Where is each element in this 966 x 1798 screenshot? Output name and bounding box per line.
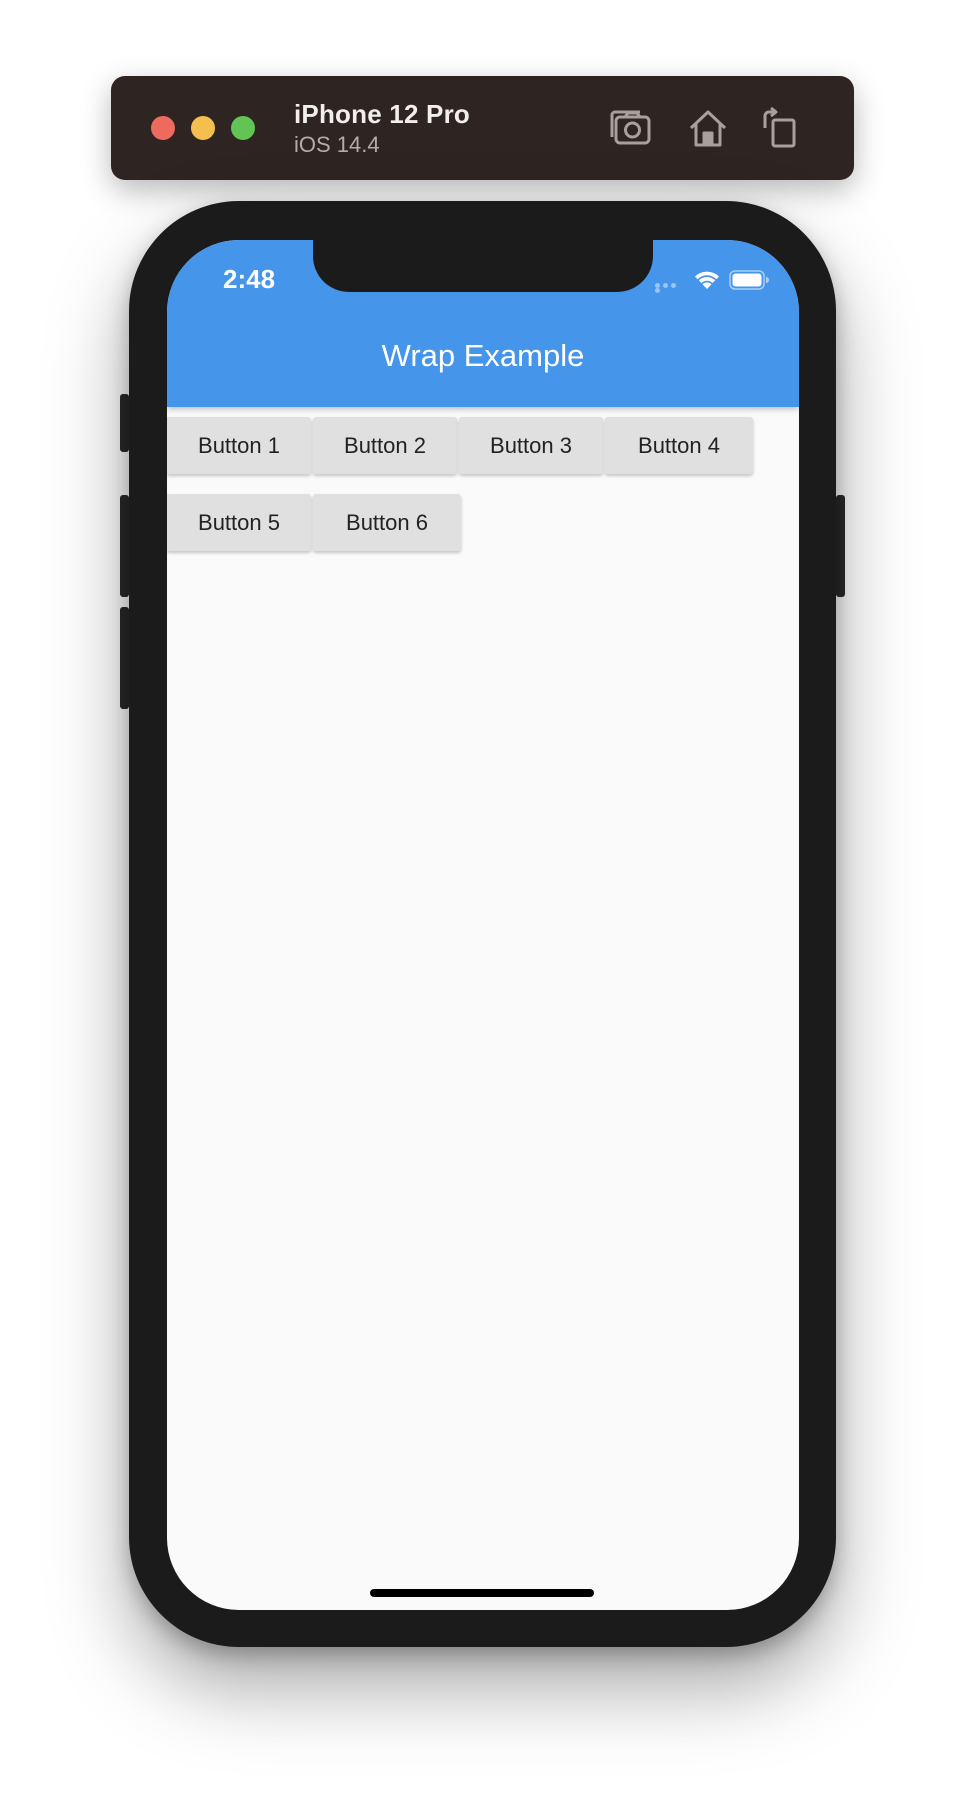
device-notch	[313, 240, 653, 292]
button-5[interactable]: Button 5	[167, 494, 311, 551]
cellular-dots-icon	[655, 283, 685, 293]
close-window-button[interactable]	[151, 116, 175, 140]
zoom-window-button[interactable]	[231, 116, 255, 140]
status-time: 2:48	[223, 264, 276, 294]
simulator-stage: iPhone 12 Pro iOS 14.4 2:48 Wrap Example…	[0, 0, 966, 1798]
volume-down-button	[120, 607, 129, 709]
button-3[interactable]: Button 3	[459, 417, 603, 474]
rotate-icon[interactable]	[757, 106, 803, 150]
screenshot-icon[interactable]	[607, 106, 653, 150]
simulator-title-bar: iPhone 12 Pro iOS 14.4	[111, 76, 854, 180]
button-2[interactable]: Button 2	[313, 417, 457, 474]
power-button	[836, 495, 845, 597]
page-title: Wrap Example	[381, 338, 585, 373]
home-icon[interactable]	[685, 106, 731, 150]
minimize-window-button[interactable]	[191, 116, 215, 140]
battery-icon	[729, 270, 769, 290]
wrap-container: Button 1 Button 2 Button 3 Button 4 Butt…	[167, 417, 799, 551]
mute-switch	[120, 394, 129, 452]
app-bar: 2:48 Wrap Example	[167, 240, 799, 407]
os-version: iOS 14.4	[294, 132, 380, 157]
button-1[interactable]: Button 1	[167, 417, 311, 474]
button-4[interactable]: Button 4	[605, 417, 753, 474]
volume-up-button	[120, 495, 129, 597]
home-indicator[interactable]	[370, 1589, 594, 1597]
button-6[interactable]: Button 6	[313, 494, 461, 551]
device-screen: 2:48 Wrap Example Button 1 Button 2 Butt…	[167, 240, 799, 1610]
device-name: iPhone 12 Pro	[294, 99, 470, 129]
wifi-icon	[695, 271, 719, 289]
